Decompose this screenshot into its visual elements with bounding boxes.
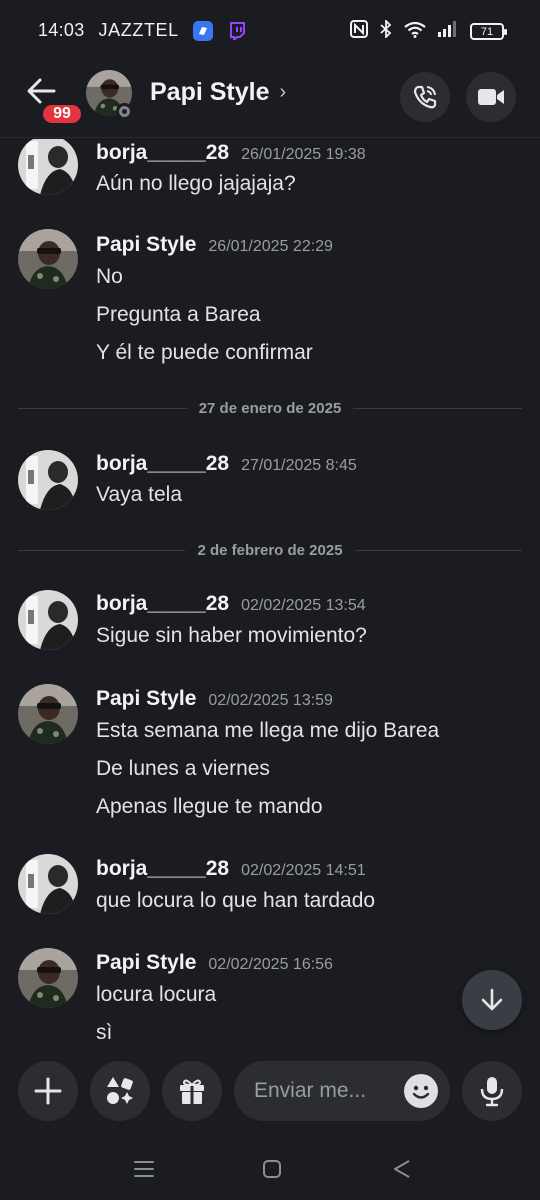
- avatar[interactable]: [18, 590, 78, 650]
- bluetooth-icon: [380, 18, 392, 43]
- status-bar: 14:03 JAZZTEL 71: [0, 0, 540, 62]
- author-line: borja_____28 26/01/2025 19:38: [96, 141, 366, 165]
- microphone-icon: [480, 1077, 504, 1107]
- battery-icon: 71: [470, 23, 507, 40]
- status-left: 14:03 JAZZTEL: [38, 20, 247, 41]
- message-input-container[interactable]: [234, 1061, 450, 1121]
- author-line: borja_____28 02/02/2025 13:54: [96, 592, 366, 616]
- video-camera-icon: [478, 89, 504, 105]
- message-text[interactable]: Vaya tela: [96, 483, 182, 507]
- message-text[interactable]: Y él te puede confirmar: [96, 341, 313, 365]
- arrow-down-icon: [481, 988, 503, 1011]
- author-name[interactable]: borja_____28: [96, 592, 229, 616]
- video-call-button[interactable]: [466, 72, 516, 122]
- apps-button[interactable]: [90, 1061, 150, 1121]
- apps-icon: [107, 1077, 133, 1104]
- message-text[interactable]: De lunes a viernes: [96, 757, 270, 781]
- author-name[interactable]: borja_____28: [96, 452, 229, 476]
- voice-message-button[interactable]: [462, 1061, 522, 1121]
- avatar[interactable]: [18, 684, 78, 744]
- timestamp: 02/02/2025 14:51: [241, 862, 366, 879]
- unread-badge: 99: [40, 102, 84, 126]
- channel-title-text: Papi Style: [150, 78, 270, 106]
- system-back-button[interactable]: [388, 1155, 416, 1183]
- message-text[interactable]: Esta semana me llega me dijo Barea: [96, 719, 439, 743]
- author-name[interactable]: Papi Style: [96, 233, 196, 257]
- timestamp: 26/01/2025 19:38: [241, 146, 366, 163]
- signal-app-icon: [192, 20, 213, 41]
- timestamp: 02/02/2025 13:54: [241, 597, 366, 614]
- chevron-right-icon: ›: [279, 81, 287, 103]
- author-name[interactable]: borja_____28: [96, 857, 229, 881]
- avatar[interactable]: [18, 854, 78, 914]
- add-attachment-button[interactable]: [18, 1061, 78, 1121]
- status-right: 71: [350, 18, 507, 43]
- back-triangle-icon: [394, 1160, 410, 1178]
- plus-icon: [34, 1077, 62, 1105]
- author-name[interactable]: Papi Style: [96, 951, 196, 975]
- date-divider: 27 de enero de 2025: [18, 398, 522, 418]
- status-time: 14:03: [38, 20, 85, 40]
- avatar[interactable]: [18, 229, 78, 289]
- author-line: borja_____28 27/01/2025 8:45: [96, 452, 357, 476]
- home-button[interactable]: [258, 1155, 286, 1183]
- message-text[interactable]: Sigue sin haber movimiento?: [96, 624, 367, 648]
- avatar[interactable]: [18, 948, 78, 1008]
- avatar[interactable]: [18, 450, 78, 510]
- message-text[interactable]: locura locura: [96, 983, 216, 1007]
- author-name[interactable]: borja_____28: [96, 141, 229, 165]
- avatar[interactable]: [18, 139, 78, 195]
- wifi-icon: [404, 21, 426, 43]
- author-line: Papi Style 26/01/2025 22:29: [96, 233, 333, 257]
- message-text[interactable]: sì: [96, 1021, 112, 1045]
- menu-icon: [134, 1161, 154, 1177]
- timestamp: 02/02/2025 13:59: [208, 692, 333, 709]
- jump-to-latest-button[interactable]: [462, 970, 522, 1030]
- author-name[interactable]: Papi Style: [96, 687, 196, 711]
- message-text[interactable]: No: [96, 265, 123, 289]
- emoji-button[interactable]: [404, 1074, 438, 1108]
- status-carrier: JAZZTEL: [98, 20, 179, 40]
- author-line: Papi Style 02/02/2025 13:59: [96, 687, 333, 711]
- twitch-icon: [227, 21, 247, 41]
- timestamp: 26/01/2025 22:29: [208, 238, 333, 255]
- message-input[interactable]: [254, 1079, 394, 1103]
- nfc-icon: [350, 20, 368, 43]
- gift-button[interactable]: [162, 1061, 222, 1121]
- date-divider-text: 27 de enero de 2025: [198, 399, 342, 417]
- date-divider: 2 de febrero de 2025: [18, 540, 523, 560]
- message-text[interactable]: que locura lo que han tardado: [96, 889, 375, 913]
- message-text[interactable]: Pregunta a Barea: [96, 303, 261, 327]
- timestamp: 02/02/2025 16:56: [208, 956, 333, 973]
- author-line: Papi Style 02/02/2025 16:56: [96, 951, 333, 975]
- chat-header: 99 Papi Style ›: [0, 62, 540, 138]
- phone-icon: [413, 85, 437, 109]
- voice-call-button[interactable]: [400, 72, 450, 122]
- date-divider-text: 2 de febrero de 2025: [197, 541, 343, 559]
- recent-apps-button[interactable]: [130, 1155, 158, 1183]
- message-composer: [0, 1047, 540, 1137]
- message-text[interactable]: Apenas llegue te mando: [96, 795, 323, 819]
- emoji-icon: [412, 1085, 430, 1099]
- cell-signal-icon: [438, 21, 458, 42]
- gift-icon: [180, 1079, 204, 1104]
- message-text[interactable]: Aún no llego jajajaja?: [96, 172, 296, 196]
- screen: 14:03 JAZZTEL 71 99 Papi Style › borja__…: [0, 0, 540, 1200]
- message-list[interactable]: borja_____28 26/01/2025 19:38 Aún no lle…: [0, 139, 540, 1047]
- home-icon: [263, 1160, 281, 1178]
- presence-status: [116, 103, 133, 120]
- channel-title[interactable]: Papi Style ›: [150, 78, 286, 107]
- system-nav-bar: [0, 1137, 540, 1200]
- author-line: borja_____28 02/02/2025 14:51: [96, 857, 366, 881]
- timestamp: 27/01/2025 8:45: [241, 457, 357, 474]
